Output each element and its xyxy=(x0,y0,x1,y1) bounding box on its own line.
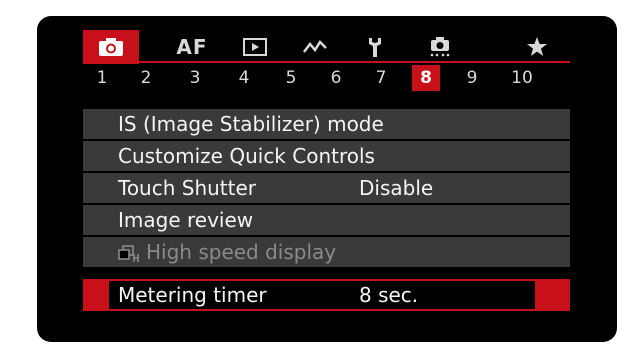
menu-item-customize-quick-controls[interactable]: Customize Quick Controls xyxy=(83,141,570,171)
menu-item-label: Metering timer xyxy=(118,283,267,307)
wrench-icon xyxy=(369,38,381,57)
tab-wireless[interactable] xyxy=(290,30,340,64)
menu-item-label: High speed display xyxy=(146,240,337,264)
page-2[interactable]: 2 xyxy=(132,65,160,91)
page-3[interactable]: 3 xyxy=(181,65,209,91)
high-speed-continuous-icon xyxy=(118,244,139,262)
tab-my-menu[interactable] xyxy=(512,30,562,64)
menu-item-label: Touch Shutter xyxy=(118,176,257,200)
page-4[interactable]: 4 xyxy=(230,65,258,91)
page-1[interactable]: 1 xyxy=(88,65,116,91)
menu-item-high-speed-display: High speed display xyxy=(83,237,570,267)
menu-item-label: Image review xyxy=(118,208,254,232)
star-icon xyxy=(527,37,547,56)
menu-item-is-mode[interactable]: IS (Image Stabilizer) mode xyxy=(83,109,570,139)
tab-shooting[interactable] xyxy=(83,30,139,64)
menu-item-label: Customize Quick Controls xyxy=(118,144,375,168)
selection-cap-right xyxy=(535,279,570,311)
page-7[interactable]: 7 xyxy=(367,65,395,91)
wireless-icon xyxy=(303,40,327,53)
page-9[interactable]: 9 xyxy=(458,65,486,91)
camera-icon xyxy=(99,38,123,56)
tab-af-label: AF xyxy=(176,35,208,59)
menu-list: IS (Image Stabilizer) mode Customize Qui… xyxy=(83,109,570,269)
menu-item-image-review[interactable]: Image review xyxy=(83,205,570,235)
selection-cap-left xyxy=(83,279,109,311)
menu-item-value: Disable xyxy=(359,176,434,200)
menu-item-touch-shutter[interactable]: Touch Shutter Disable xyxy=(83,173,570,203)
tab-divider xyxy=(83,61,570,63)
menu-item-metering-timer[interactable]: Metering timer 8 sec. xyxy=(109,279,535,311)
menu-item-value: 8 sec. xyxy=(359,283,419,307)
tab-setup[interactable] xyxy=(350,30,400,64)
page-10[interactable]: 10 xyxy=(505,65,539,91)
page-8[interactable]: 8 xyxy=(412,65,440,91)
custom-functions-icon xyxy=(430,37,450,57)
page-number-row: 1 2 3 4 5 6 7 8 9 10 xyxy=(37,65,617,91)
menu-item-label: IS (Image Stabilizer) mode xyxy=(118,112,384,136)
tab-custom-functions[interactable] xyxy=(415,30,465,64)
page-5[interactable]: 5 xyxy=(277,65,305,91)
tab-playback[interactable] xyxy=(230,30,280,64)
category-tabs: AF xyxy=(37,16,617,64)
playback-icon xyxy=(243,38,267,56)
camera-screen: AF 1 2 3 4 5 6 7 8 9 10 IS (Image Stabil… xyxy=(37,16,617,342)
page-6[interactable]: 6 xyxy=(322,65,350,91)
menu-item-label-wrap: High speed display xyxy=(118,237,336,267)
tab-af[interactable]: AF xyxy=(167,30,217,64)
